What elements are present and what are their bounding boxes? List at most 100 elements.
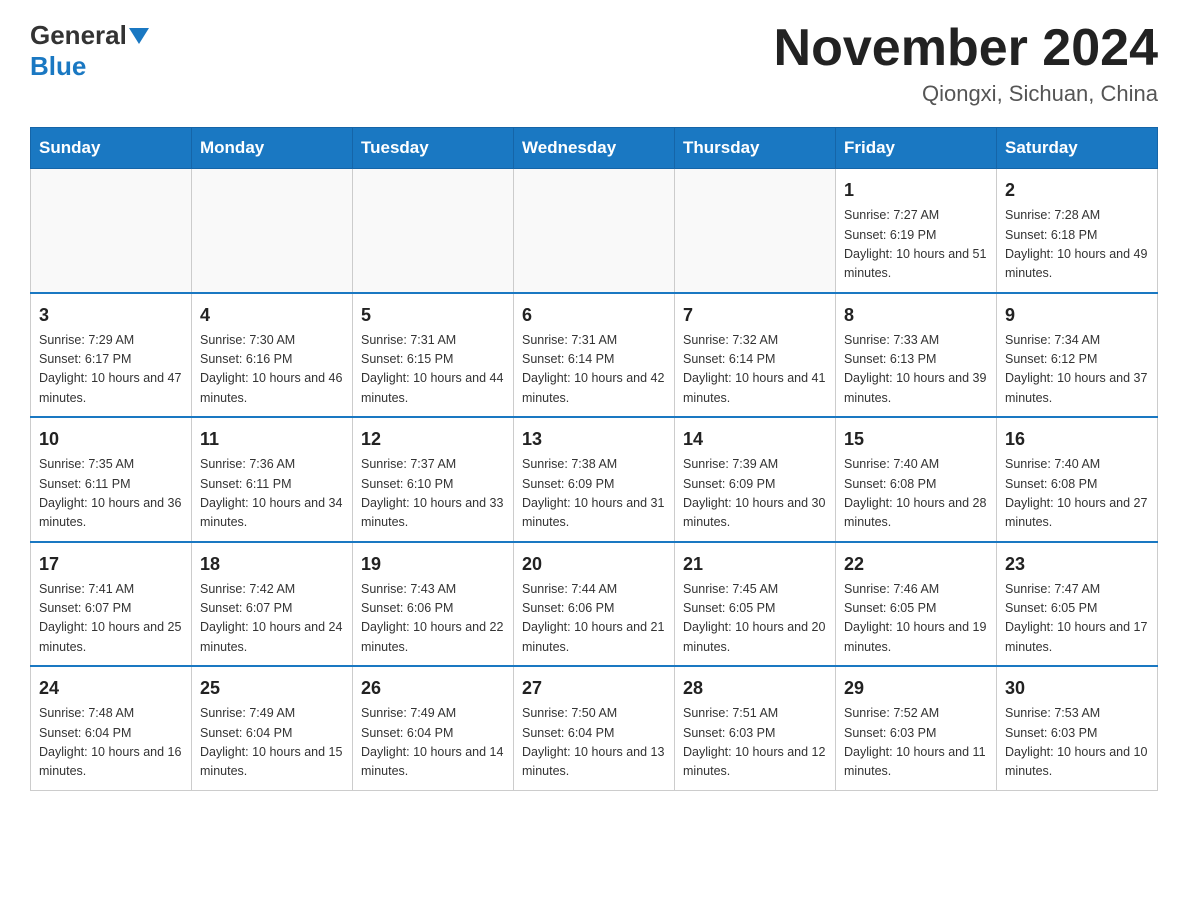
day-info: Sunrise: 7:31 AMSunset: 6:14 PMDaylight:… bbox=[522, 331, 666, 409]
day-info: Sunrise: 7:41 AMSunset: 6:07 PMDaylight:… bbox=[39, 580, 183, 658]
day-info: Sunrise: 7:35 AMSunset: 6:11 PMDaylight:… bbox=[39, 455, 183, 533]
day-cell bbox=[514, 169, 675, 293]
month-title: November 2024 bbox=[774, 20, 1158, 77]
day-cell bbox=[31, 169, 192, 293]
day-number: 23 bbox=[1005, 551, 1149, 578]
day-number: 8 bbox=[844, 302, 988, 329]
day-number: 5 bbox=[361, 302, 505, 329]
day-cell: 29Sunrise: 7:52 AMSunset: 6:03 PMDayligh… bbox=[836, 666, 997, 790]
day-cell: 25Sunrise: 7:49 AMSunset: 6:04 PMDayligh… bbox=[192, 666, 353, 790]
logo: General Blue bbox=[30, 20, 149, 82]
day-info: Sunrise: 7:40 AMSunset: 6:08 PMDaylight:… bbox=[1005, 455, 1149, 533]
day-info: Sunrise: 7:31 AMSunset: 6:15 PMDaylight:… bbox=[361, 331, 505, 409]
day-number: 2 bbox=[1005, 177, 1149, 204]
day-number: 26 bbox=[361, 675, 505, 702]
day-number: 11 bbox=[200, 426, 344, 453]
week-row-2: 3Sunrise: 7:29 AMSunset: 6:17 PMDaylight… bbox=[31, 293, 1158, 418]
week-row-4: 17Sunrise: 7:41 AMSunset: 6:07 PMDayligh… bbox=[31, 542, 1158, 667]
day-info: Sunrise: 7:28 AMSunset: 6:18 PMDaylight:… bbox=[1005, 206, 1149, 284]
header-thursday: Thursday bbox=[675, 128, 836, 169]
day-number: 13 bbox=[522, 426, 666, 453]
day-cell: 12Sunrise: 7:37 AMSunset: 6:10 PMDayligh… bbox=[353, 417, 514, 542]
day-info: Sunrise: 7:44 AMSunset: 6:06 PMDaylight:… bbox=[522, 580, 666, 658]
day-cell: 30Sunrise: 7:53 AMSunset: 6:03 PMDayligh… bbox=[997, 666, 1158, 790]
day-number: 17 bbox=[39, 551, 183, 578]
day-number: 18 bbox=[200, 551, 344, 578]
days-of-week-row: Sunday Monday Tuesday Wednesday Thursday… bbox=[31, 128, 1158, 169]
day-cell: 5Sunrise: 7:31 AMSunset: 6:15 PMDaylight… bbox=[353, 293, 514, 418]
day-cell: 9Sunrise: 7:34 AMSunset: 6:12 PMDaylight… bbox=[997, 293, 1158, 418]
calendar-table: Sunday Monday Tuesday Wednesday Thursday… bbox=[30, 127, 1158, 791]
logo-blue-text: Blue bbox=[30, 51, 86, 82]
logo-general-text: General bbox=[30, 20, 127, 51]
day-cell: 7Sunrise: 7:32 AMSunset: 6:14 PMDaylight… bbox=[675, 293, 836, 418]
day-number: 19 bbox=[361, 551, 505, 578]
day-number: 15 bbox=[844, 426, 988, 453]
day-number: 24 bbox=[39, 675, 183, 702]
title-area: November 2024 Qiongxi, Sichuan, China bbox=[774, 20, 1158, 107]
day-info: Sunrise: 7:33 AMSunset: 6:13 PMDaylight:… bbox=[844, 331, 988, 409]
day-number: 27 bbox=[522, 675, 666, 702]
day-cell: 20Sunrise: 7:44 AMSunset: 6:06 PMDayligh… bbox=[514, 542, 675, 667]
day-info: Sunrise: 7:50 AMSunset: 6:04 PMDaylight:… bbox=[522, 704, 666, 782]
day-cell: 23Sunrise: 7:47 AMSunset: 6:05 PMDayligh… bbox=[997, 542, 1158, 667]
page-header: General Blue November 2024 Qiongxi, Sich… bbox=[30, 20, 1158, 107]
day-cell: 2Sunrise: 7:28 AMSunset: 6:18 PMDaylight… bbox=[997, 169, 1158, 293]
day-cell: 6Sunrise: 7:31 AMSunset: 6:14 PMDaylight… bbox=[514, 293, 675, 418]
header-sunday: Sunday bbox=[31, 128, 192, 169]
logo-triangle-icon bbox=[129, 28, 149, 44]
day-info: Sunrise: 7:53 AMSunset: 6:03 PMDaylight:… bbox=[1005, 704, 1149, 782]
day-cell: 3Sunrise: 7:29 AMSunset: 6:17 PMDaylight… bbox=[31, 293, 192, 418]
day-number: 4 bbox=[200, 302, 344, 329]
day-cell bbox=[192, 169, 353, 293]
day-info: Sunrise: 7:27 AMSunset: 6:19 PMDaylight:… bbox=[844, 206, 988, 284]
day-number: 7 bbox=[683, 302, 827, 329]
day-info: Sunrise: 7:36 AMSunset: 6:11 PMDaylight:… bbox=[200, 455, 344, 533]
day-cell: 18Sunrise: 7:42 AMSunset: 6:07 PMDayligh… bbox=[192, 542, 353, 667]
day-info: Sunrise: 7:29 AMSunset: 6:17 PMDaylight:… bbox=[39, 331, 183, 409]
day-cell: 24Sunrise: 7:48 AMSunset: 6:04 PMDayligh… bbox=[31, 666, 192, 790]
day-cell: 26Sunrise: 7:49 AMSunset: 6:04 PMDayligh… bbox=[353, 666, 514, 790]
day-cell: 16Sunrise: 7:40 AMSunset: 6:08 PMDayligh… bbox=[997, 417, 1158, 542]
day-cell: 15Sunrise: 7:40 AMSunset: 6:08 PMDayligh… bbox=[836, 417, 997, 542]
week-row-3: 10Sunrise: 7:35 AMSunset: 6:11 PMDayligh… bbox=[31, 417, 1158, 542]
day-info: Sunrise: 7:40 AMSunset: 6:08 PMDaylight:… bbox=[844, 455, 988, 533]
day-cell: 27Sunrise: 7:50 AMSunset: 6:04 PMDayligh… bbox=[514, 666, 675, 790]
day-info: Sunrise: 7:52 AMSunset: 6:03 PMDaylight:… bbox=[844, 704, 988, 782]
day-info: Sunrise: 7:48 AMSunset: 6:04 PMDaylight:… bbox=[39, 704, 183, 782]
day-number: 10 bbox=[39, 426, 183, 453]
header-wednesday: Wednesday bbox=[514, 128, 675, 169]
day-info: Sunrise: 7:39 AMSunset: 6:09 PMDaylight:… bbox=[683, 455, 827, 533]
day-number: 25 bbox=[200, 675, 344, 702]
day-info: Sunrise: 7:46 AMSunset: 6:05 PMDaylight:… bbox=[844, 580, 988, 658]
header-tuesday: Tuesday bbox=[353, 128, 514, 169]
day-info: Sunrise: 7:43 AMSunset: 6:06 PMDaylight:… bbox=[361, 580, 505, 658]
day-info: Sunrise: 7:45 AMSunset: 6:05 PMDaylight:… bbox=[683, 580, 827, 658]
day-cell: 11Sunrise: 7:36 AMSunset: 6:11 PMDayligh… bbox=[192, 417, 353, 542]
day-number: 1 bbox=[844, 177, 988, 204]
day-info: Sunrise: 7:42 AMSunset: 6:07 PMDaylight:… bbox=[200, 580, 344, 658]
day-number: 12 bbox=[361, 426, 505, 453]
header-friday: Friday bbox=[836, 128, 997, 169]
day-info: Sunrise: 7:32 AMSunset: 6:14 PMDaylight:… bbox=[683, 331, 827, 409]
day-info: Sunrise: 7:38 AMSunset: 6:09 PMDaylight:… bbox=[522, 455, 666, 533]
day-cell: 8Sunrise: 7:33 AMSunset: 6:13 PMDaylight… bbox=[836, 293, 997, 418]
day-number: 21 bbox=[683, 551, 827, 578]
day-info: Sunrise: 7:30 AMSunset: 6:16 PMDaylight:… bbox=[200, 331, 344, 409]
day-cell: 1Sunrise: 7:27 AMSunset: 6:19 PMDaylight… bbox=[836, 169, 997, 293]
week-row-5: 24Sunrise: 7:48 AMSunset: 6:04 PMDayligh… bbox=[31, 666, 1158, 790]
day-cell: 19Sunrise: 7:43 AMSunset: 6:06 PMDayligh… bbox=[353, 542, 514, 667]
header-monday: Monday bbox=[192, 128, 353, 169]
week-row-1: 1Sunrise: 7:27 AMSunset: 6:19 PMDaylight… bbox=[31, 169, 1158, 293]
day-cell: 22Sunrise: 7:46 AMSunset: 6:05 PMDayligh… bbox=[836, 542, 997, 667]
day-cell: 28Sunrise: 7:51 AMSunset: 6:03 PMDayligh… bbox=[675, 666, 836, 790]
day-number: 16 bbox=[1005, 426, 1149, 453]
day-cell: 4Sunrise: 7:30 AMSunset: 6:16 PMDaylight… bbox=[192, 293, 353, 418]
day-number: 28 bbox=[683, 675, 827, 702]
day-number: 14 bbox=[683, 426, 827, 453]
day-number: 3 bbox=[39, 302, 183, 329]
day-info: Sunrise: 7:51 AMSunset: 6:03 PMDaylight:… bbox=[683, 704, 827, 782]
day-number: 6 bbox=[522, 302, 666, 329]
day-cell bbox=[353, 169, 514, 293]
day-cell: 21Sunrise: 7:45 AMSunset: 6:05 PMDayligh… bbox=[675, 542, 836, 667]
